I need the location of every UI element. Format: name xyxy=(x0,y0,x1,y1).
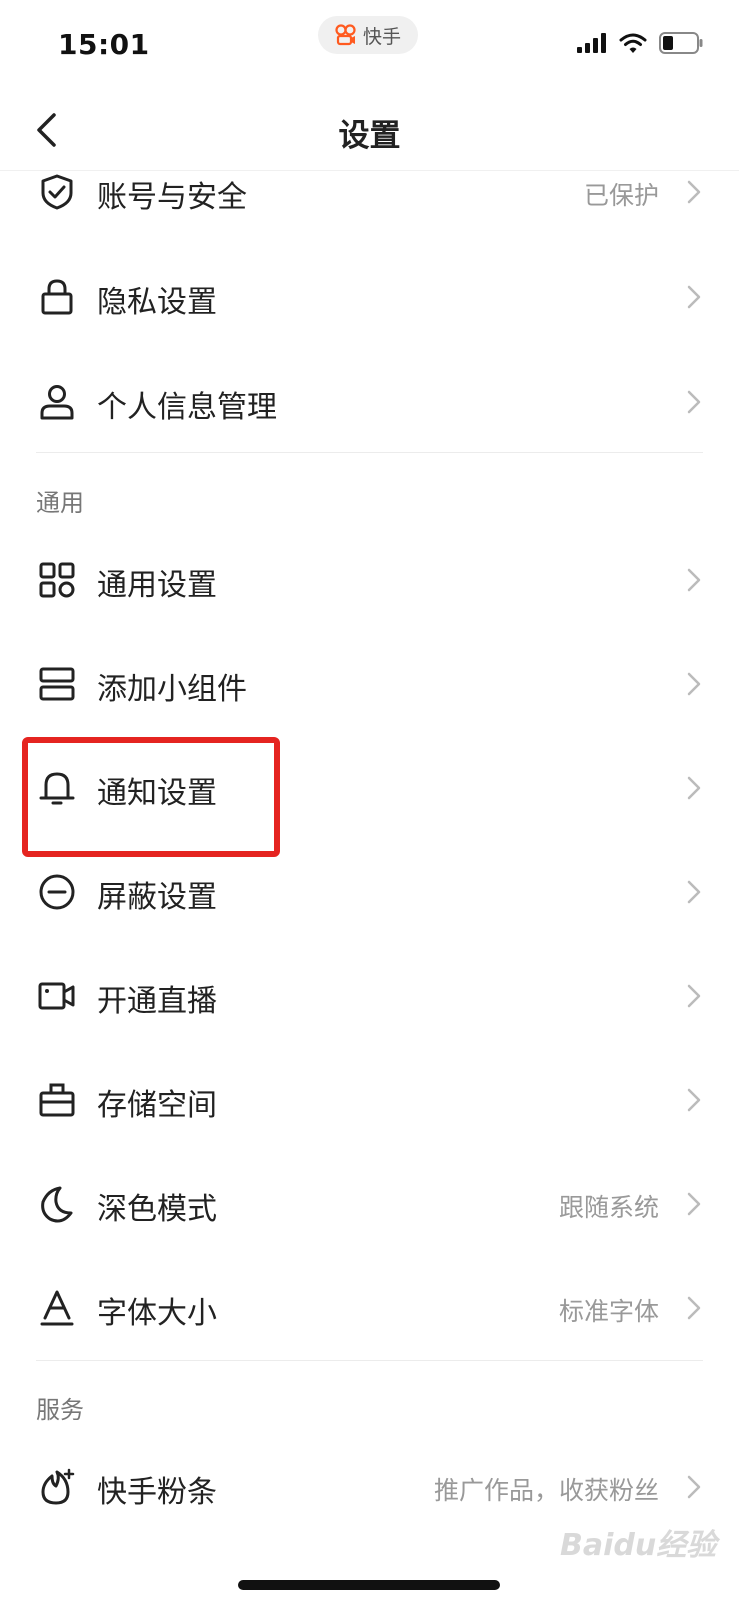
section-header-service: 服务 xyxy=(36,1396,84,1424)
storage-box-icon xyxy=(39,1083,75,1117)
row-label: 隐私设置 xyxy=(97,285,217,320)
watermark: Baidu经验 xyxy=(560,1528,717,1563)
block-minus-icon xyxy=(39,874,75,910)
row-value: 标准字体 xyxy=(558,1297,659,1326)
lock-icon xyxy=(41,279,73,315)
shield-check-icon xyxy=(41,174,73,210)
row-label: 深色模式 xyxy=(97,1192,217,1227)
settings-row-live-stream[interactable]: 开通直播 xyxy=(0,944,739,1048)
chevron-right-icon xyxy=(687,1088,701,1112)
chevron-right-icon xyxy=(687,672,701,696)
kuaishou-logo-icon xyxy=(335,24,356,46)
section-header-general: 通用 xyxy=(36,489,84,517)
section-divider xyxy=(36,1360,703,1361)
chevron-right-icon xyxy=(687,285,701,309)
moon-icon xyxy=(41,1186,73,1223)
app-indicator-pill[interactable]: 快手 xyxy=(318,16,418,54)
settings-row-font-size[interactable]: 字体大小 标准字体 xyxy=(0,1256,739,1360)
highlight-annotation-box xyxy=(22,737,280,857)
settings-row-add-widget[interactable]: 添加小组件 xyxy=(0,632,739,736)
widget-icon xyxy=(39,667,75,701)
chevron-right-icon xyxy=(687,390,701,414)
row-label: 快手粉条 xyxy=(97,1475,217,1510)
settings-row-privacy[interactable]: 隐私设置 xyxy=(0,245,739,349)
row-label: 存储空间 xyxy=(97,1088,217,1123)
row-label: 账号与安全 xyxy=(97,180,247,215)
status-icons xyxy=(577,32,703,54)
status-bar: 15:01 快手 xyxy=(0,0,739,90)
home-indicator[interactable] xyxy=(238,1580,500,1590)
settings-row-account-security[interactable]: 账号与安全 已保护 xyxy=(0,140,739,244)
row-value: 已保护 xyxy=(583,181,659,210)
chevron-right-icon xyxy=(687,984,701,1008)
row-value: 推广作品，收获粉丝 xyxy=(433,1476,659,1505)
chevron-right-icon xyxy=(687,880,701,904)
status-time: 15:01 xyxy=(58,28,150,61)
row-label: 开通直播 xyxy=(97,984,217,1019)
row-label: 通用设置 xyxy=(97,568,217,603)
chevron-right-icon xyxy=(687,776,701,800)
battery-icon xyxy=(659,32,703,54)
settings-row-personal-info[interactable]: 个人信息管理 xyxy=(0,350,739,454)
wifi-icon xyxy=(619,33,647,53)
settings-row-dark-mode[interactable]: 深色模式 跟随系统 xyxy=(0,1152,739,1256)
settings-row-storage[interactable]: 存储空间 xyxy=(0,1048,739,1152)
person-icon xyxy=(40,385,74,420)
chevron-right-icon xyxy=(687,568,701,592)
row-value: 跟随系统 xyxy=(558,1193,659,1222)
chevron-right-icon xyxy=(687,1475,701,1499)
video-camera-icon xyxy=(38,982,75,1010)
font-size-icon xyxy=(40,1290,74,1326)
row-label: 字体大小 xyxy=(97,1296,217,1331)
row-label: 个人信息管理 xyxy=(97,390,277,425)
fan-flame-icon xyxy=(41,1468,75,1505)
row-label: 屏蔽设置 xyxy=(97,880,217,915)
chevron-right-icon xyxy=(687,1296,701,1320)
settings-row-general[interactable]: 通用设置 xyxy=(0,528,739,632)
section-divider xyxy=(36,452,703,453)
row-label: 添加小组件 xyxy=(97,672,247,707)
app-pill-label: 快手 xyxy=(362,25,401,48)
chevron-right-icon xyxy=(687,1192,701,1216)
cellular-signal-icon xyxy=(577,33,606,53)
chevron-right-icon xyxy=(687,180,701,204)
grid-apps-icon xyxy=(39,562,75,598)
